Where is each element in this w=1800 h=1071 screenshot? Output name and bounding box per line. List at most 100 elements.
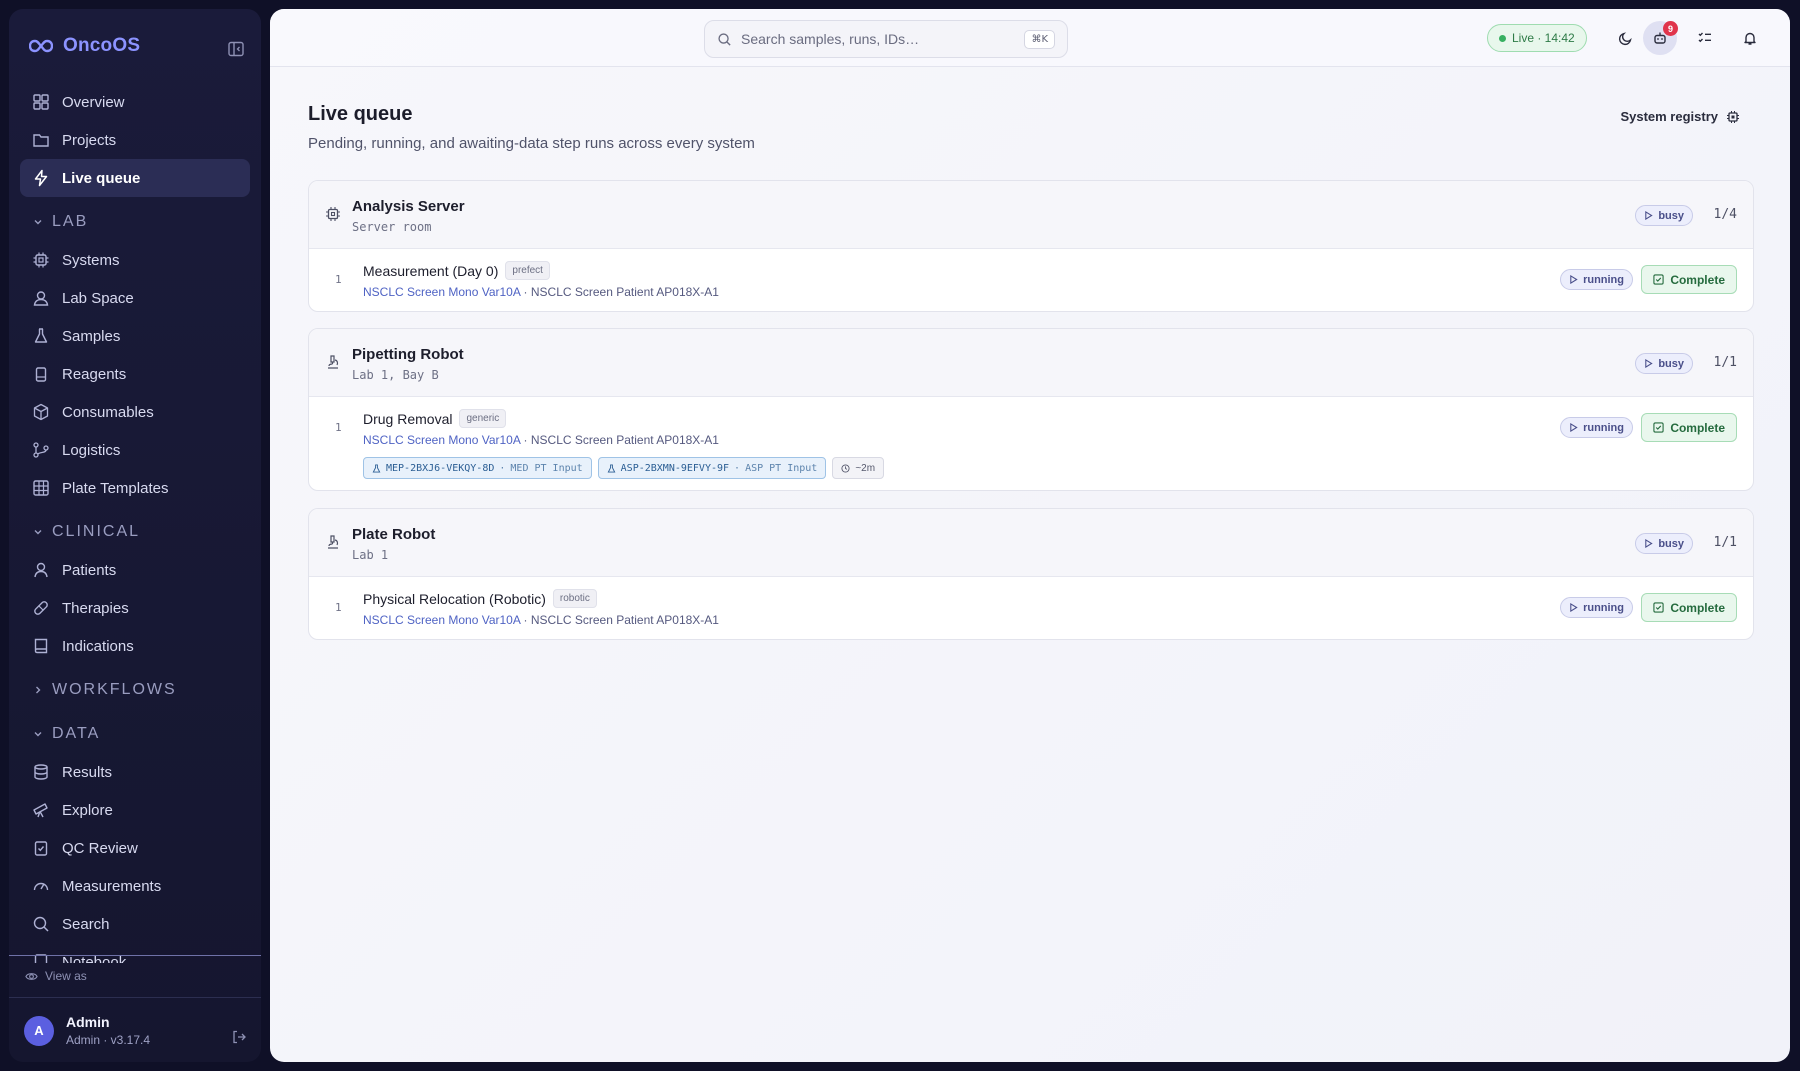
sidebar-item-logistics[interactable]: Logistics <box>20 431 250 469</box>
sidebar-item-search[interactable]: Search <box>20 905 250 943</box>
sidebar-item-label: Explore <box>62 801 113 819</box>
sidebar-item-overview[interactable]: Overview <box>20 83 250 121</box>
running-badge: running <box>1560 269 1633 290</box>
book-icon <box>34 638 48 654</box>
search-shortcut: ⌘K <box>1024 29 1055 49</box>
system-registry-link[interactable]: System registry <box>1620 109 1740 124</box>
sidebar-item-live-queue[interactable]: Live queue <box>20 159 250 197</box>
main-content: Search samples, runs, IDs… ⌘K Live · 14:… <box>270 9 1790 1062</box>
run-name: Measurement (Day 0) <box>363 262 499 279</box>
sidebar-item-label: Logistics <box>62 441 121 459</box>
clock-icon <box>841 463 850 473</box>
chip-role: ASP PT Input <box>745 462 818 474</box>
flask-icon <box>34 328 48 343</box>
chip-separator: · <box>499 462 506 474</box>
system-name: Analysis Server <box>352 198 465 215</box>
sidebar-item-label: Samples <box>62 327 121 345</box>
status-badge: busy <box>1635 353 1693 374</box>
app-name: OncoOS <box>63 35 141 56</box>
system-name: Pipetting Robot <box>352 346 464 363</box>
sidebar-item-samples[interactable]: Samples <box>20 317 250 355</box>
sidebar-item-indications[interactable]: Indications <box>20 627 250 665</box>
theme-toggle-button[interactable] <box>1615 27 1637 49</box>
chevron-right-icon <box>36 686 41 694</box>
input-chips: MEP-2BXJ6-VEKQY-8D · MED PT Input ASP-2B… <box>363 457 885 479</box>
sidebar-item-qc-review[interactable]: QC Review <box>20 829 250 867</box>
sidebar-item-systems[interactable]: Systems <box>20 241 250 279</box>
input-chip[interactable]: MEP-2BXJ6-VEKQY-8D · MED PT Input <box>363 457 592 479</box>
sidebar-item-projects[interactable]: Projects <box>20 121 250 159</box>
topbar: Search samples, runs, IDs… ⌘K Live · 14:… <box>270 9 1790 67</box>
sidebar-item-explore[interactable]: Explore <box>20 791 250 829</box>
separator: · <box>520 613 531 627</box>
system-card-header[interactable]: Plate Robot Lab 1 busy 1/1 <box>309 509 1753 577</box>
system-card-header[interactable]: Analysis Server Server room busy 1/4 <box>309 181 1753 249</box>
notifications-button[interactable] <box>1739 27 1761 49</box>
live-status-badge[interactable]: Live · 14:42 <box>1487 24 1587 52</box>
project-link[interactable]: NSCLC Screen Mono Var10A <box>363 285 520 299</box>
run-engine-tag: generic <box>459 409 507 428</box>
sidebar-item-label: Therapies <box>62 599 129 617</box>
run-count: 1/1 <box>1713 355 1737 370</box>
sidebar-item-therapies[interactable]: Therapies <box>20 589 250 627</box>
chevron-down-icon <box>34 530 42 535</box>
gauge-icon <box>33 882 49 891</box>
complete-button[interactable]: Complete <box>1641 593 1737 622</box>
section-workflows[interactable]: WORKFLOWS <box>20 665 250 709</box>
user-profile[interactable]: A Admin Admin · v3.17.4 <box>24 1014 150 1047</box>
project-link[interactable]: NSCLC Screen Mono Var10A <box>363 613 520 627</box>
system-location: Lab 1 <box>352 548 389 562</box>
sidebar-item-label: Projects <box>62 131 117 149</box>
chip-role: MED PT Input <box>510 462 583 474</box>
sidebar-nav: Overview Projects Live queue LAB Systems… <box>20 83 250 963</box>
system-card-header[interactable]: Pipetting Robot Lab 1, Bay B busy 1/1 <box>309 329 1753 397</box>
run-engine-tag: prefect <box>505 261 550 280</box>
table-grid-icon <box>33 480 49 496</box>
sidebar-item-plate-templates[interactable]: Plate Templates <box>20 469 250 507</box>
status-label: busy <box>1658 357 1684 370</box>
telescope-icon <box>33 803 48 818</box>
section-clinical[interactable]: CLINICAL <box>20 507 250 551</box>
section-label: DATA <box>52 725 101 742</box>
cpu-icon <box>1727 110 1739 123</box>
patient-link[interactable]: NSCLC Screen Patient AP018X-A1 <box>531 613 719 627</box>
page-subtitle: Pending, running, and awaiting-data step… <box>308 135 755 152</box>
system-name: Plate Robot <box>352 526 436 543</box>
logout-icon[interactable] <box>231 1029 247 1045</box>
sidebar-item-consumables[interactable]: Consumables <box>20 393 250 431</box>
run-status: running <box>1583 601 1624 614</box>
view-as-button[interactable]: View as <box>25 969 87 983</box>
bottle-icon <box>35 367 47 382</box>
play-icon <box>1645 359 1653 368</box>
sidebar-item-patients[interactable]: Patients <box>20 551 250 589</box>
sidebar-item-notebook[interactable]: Notebook <box>20 943 250 963</box>
checklist-button[interactable] <box>1694 27 1716 49</box>
sidebar: OncoOS Overview Projects Live queue LAB … <box>9 9 261 1062</box>
search-input[interactable]: Search samples, runs, IDs… ⌘K <box>704 20 1068 58</box>
run-title: Physical Relocation (Robotic) robotic <box>363 589 597 608</box>
sidebar-item-label: Consumables <box>62 403 154 421</box>
run-context: NSCLC Screen Mono Var10A · NSCLC Screen … <box>363 285 719 299</box>
user-name: Admin <box>66 1014 110 1030</box>
sidebar-item-measurements[interactable]: Measurements <box>20 867 250 905</box>
run-context: NSCLC Screen Mono Var10A · NSCLC Screen … <box>363 433 719 447</box>
sidebar-item-reagents[interactable]: Reagents <box>20 355 250 393</box>
pill-icon <box>34 601 48 615</box>
sidebar-item-lab-space[interactable]: Lab Space <box>20 279 250 317</box>
collapse-sidebar-icon[interactable] <box>227 40 245 58</box>
complete-label: Complete <box>1670 600 1725 615</box>
run-status: running <box>1583 273 1624 286</box>
complete-button[interactable]: Complete <box>1641 265 1737 294</box>
project-link[interactable]: NSCLC Screen Mono Var10A <box>363 433 520 447</box>
brand[interactable]: OncoOS <box>29 35 140 57</box>
folder-icon <box>33 134 49 147</box>
input-chip[interactable]: ASP-2BXMN-9EFVY-9F · ASP PT Input <box>597 457 827 479</box>
moon-icon <box>1618 32 1632 46</box>
sidebar-item-results[interactable]: Results <box>20 753 250 791</box>
search-icon <box>33 916 49 932</box>
section-lab[interactable]: LAB <box>20 197 250 241</box>
patient-link[interactable]: NSCLC Screen Patient AP018X-A1 <box>531 433 719 447</box>
section-data[interactable]: DATA <box>20 709 250 753</box>
complete-button[interactable]: Complete <box>1641 413 1737 442</box>
patient-link[interactable]: NSCLC Screen Patient AP018X-A1 <box>531 285 719 299</box>
